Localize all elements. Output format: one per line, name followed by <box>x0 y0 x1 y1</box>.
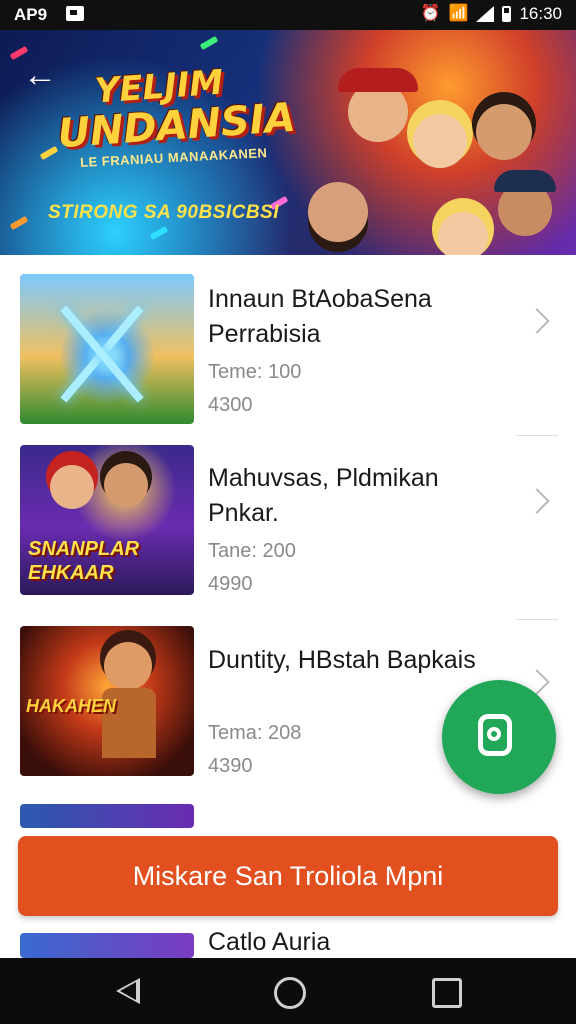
character-illustration <box>288 62 558 255</box>
wifi-icon: 📶 <box>448 5 469 22</box>
battery-icon <box>502 6 512 22</box>
status-icons: ⏰ 📶 16:30 <box>421 4 562 24</box>
chevron-right-icon <box>524 488 550 514</box>
alarm-icon: ⏰ <box>420 5 441 22</box>
carrier-label: AP9 <box>14 5 48 24</box>
character-girl-2 <box>438 212 488 255</box>
nav-home-icon[interactable] <box>274 977 306 1009</box>
character-bearded-man <box>308 182 368 242</box>
nav-back-icon[interactable] <box>116 978 140 1004</box>
game-meta: Tane: 200 <box>208 540 296 562</box>
game-count: 4390 <box>208 755 253 777</box>
character-boy <box>476 104 532 160</box>
confetti-decoration <box>199 35 219 51</box>
game-count: 4990 <box>208 573 253 595</box>
game-count: 4300 <box>208 394 253 416</box>
game-thumbnail: HAKAHEN <box>20 626 194 776</box>
signal-icon <box>476 6 495 22</box>
list-item[interactable]: Innaun BtAobaSena Perrabisia Teme: 100 4… <box>0 255 576 436</box>
banner-tagline: STIRONG SA 90BSICBSI <box>48 202 280 223</box>
contact-fab-button[interactable] <box>442 680 556 794</box>
primary-cta-button[interactable]: Miskare San Troliola Mpni <box>18 836 558 916</box>
game-thumbnail <box>20 274 194 424</box>
confetti-decoration <box>39 145 59 161</box>
character-blonde-girl <box>413 114 467 168</box>
thumbnail-text: HAKAHEN <box>26 696 116 716</box>
confetti-decoration <box>9 215 29 231</box>
list-item[interactable]: SNANPLAR EHKAAR Mahuvsas, Pldmikan Pnkar… <box>0 435 576 620</box>
game-meta: Tema: 208 <box>208 722 302 744</box>
game-meta: Teme: 100 <box>208 361 302 383</box>
banner-title: YELJIM UNDANSIA <box>56 62 297 158</box>
game-thumbnail <box>20 933 194 958</box>
game-title: Innaun BtAobaSena Perrabisia <box>208 285 432 348</box>
thumbnail-text: SNANPLAR EHKAAR <box>28 538 140 584</box>
clock: 16:30 <box>519 4 562 23</box>
character-cowboy <box>338 68 418 142</box>
game-thumbnail <box>20 804 194 828</box>
game-thumbnail: SNANPLAR EHKAAR <box>20 445 194 595</box>
character-cap-man <box>494 170 556 236</box>
chevron-right-icon <box>524 308 550 334</box>
confetti-decoration <box>149 225 169 241</box>
chat-phone-icon <box>478 714 512 756</box>
system-nav-bar <box>0 958 576 1024</box>
game-title: Duntity, HBstah Bapkais <box>208 646 476 674</box>
nav-recents-icon[interactable] <box>432 978 462 1008</box>
hero-banner: ← YELJIM UNDANSIA LE FRANIAU MANAAKANEN … <box>0 30 576 255</box>
message-notification-icon <box>66 6 84 21</box>
arrow-left-icon: ← <box>23 56 57 94</box>
game-title: Catlo Auria <box>208 928 331 956</box>
game-title: Mahuvsas, Pldmikan Pnkar. <box>208 464 439 527</box>
status-bar: AP9 ⏰ 📶 16:30 <box>0 0 576 30</box>
